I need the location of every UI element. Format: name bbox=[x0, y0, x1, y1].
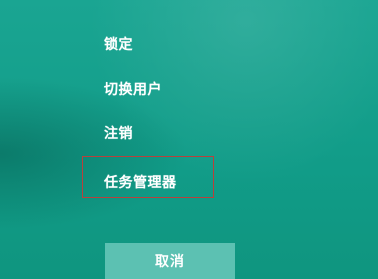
menu-item-task-manager[interactable]: 任务管理器 bbox=[104, 174, 177, 192]
cancel-button[interactable]: 取消 bbox=[105, 243, 235, 279]
menu-item-lock[interactable]: 锁定 bbox=[104, 36, 133, 54]
menu-item-switch-user[interactable]: 切换用户 bbox=[104, 81, 162, 99]
menu-item-sign-out[interactable]: 注销 bbox=[104, 125, 133, 143]
security-options-screen: 锁定 切换用户 注销 任务管理器 取消 bbox=[0, 0, 378, 279]
security-options-menu: 锁定 切换用户 注销 任务管理器 bbox=[0, 0, 378, 279]
